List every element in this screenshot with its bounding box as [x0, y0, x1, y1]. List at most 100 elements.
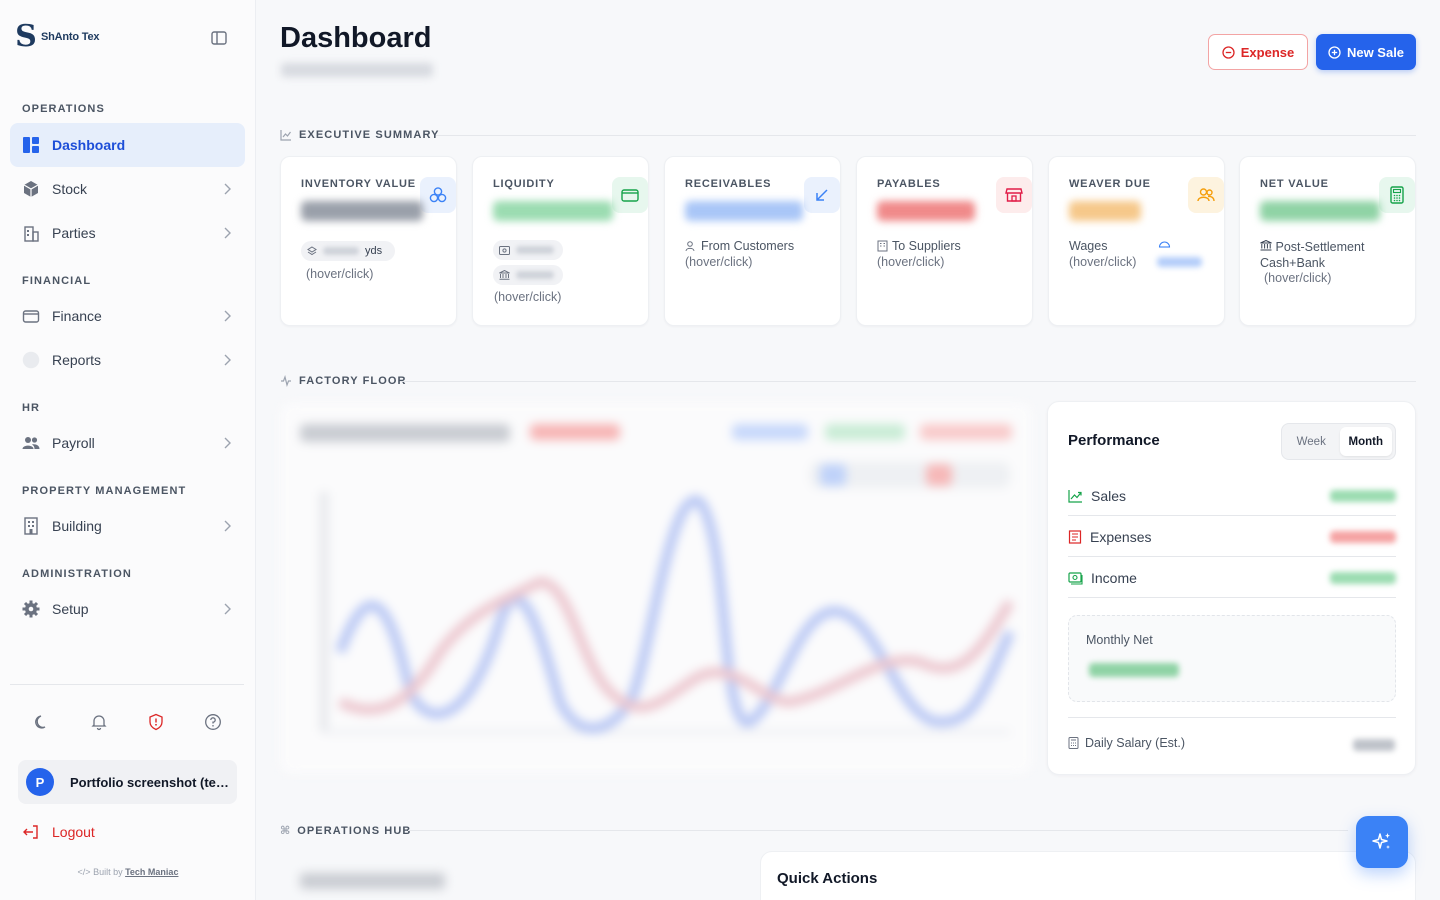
sidebar-item-label: Dashboard: [52, 137, 126, 153]
card-net-value[interactable]: NET VALUE Post-Settlement Cash+Bank (hov…: [1239, 156, 1416, 326]
ai-assistant-button[interactable]: [1356, 816, 1408, 868]
card-hint: (hover/click): [1264, 271, 1332, 285]
daily-salary-label: Daily Salary (Est.): [1085, 736, 1186, 750]
logout-label: Logout: [52, 824, 95, 840]
expense-button[interactable]: Expense: [1208, 34, 1308, 70]
section-heading-label: OPERATIONS HUB: [297, 824, 412, 837]
built-by-link[interactable]: Tech Maniac: [125, 867, 178, 877]
worker-icon: [1158, 241, 1171, 248]
user-profile-card[interactable]: P Portfolio screenshot (tem...: [18, 760, 237, 804]
card-subtitle: Wages: [1069, 239, 1108, 253]
sidebar-item-stock[interactable]: Stock: [10, 167, 245, 211]
chevron-right-icon: [224, 227, 231, 239]
card-subtitle: From Customers: [685, 239, 794, 253]
monthly-net-redacted: [1089, 663, 1179, 677]
section-label-financial: FINANCIAL: [22, 275, 92, 287]
performance-row-expenses[interactable]: Expenses: [1068, 517, 1396, 557]
date-subtitle-redacted: [281, 63, 433, 77]
sidebar-item-dashboard[interactable]: Dashboard: [10, 123, 245, 167]
value-redacted: [301, 201, 423, 221]
cash-redacted: [516, 246, 554, 254]
period-month-button[interactable]: Month: [1339, 427, 1392, 456]
arrow-down-left-icon: [804, 177, 840, 213]
card-title: RECEIVABLES: [685, 178, 772, 190]
chevron-right-icon: [224, 520, 231, 532]
card-liquidity[interactable]: LIQUIDITY (hover/click): [472, 156, 649, 326]
gear-icon: [22, 600, 40, 618]
bank-icon: [1260, 239, 1272, 251]
performance-row-label: Sales: [1091, 487, 1127, 504]
sidebar-item-label: Finance: [52, 308, 102, 324]
store-icon: [996, 177, 1032, 213]
chart-blur-graphic: [280, 402, 1032, 774]
sidebar-toggle-icon[interactable]: [211, 31, 227, 45]
box-icon: [22, 180, 40, 198]
brand-name: ShAnto Tex: [41, 31, 100, 43]
performance-row-label: Income: [1091, 569, 1137, 586]
moon-icon[interactable]: [33, 713, 51, 731]
section-label-operations: OPERATIONS: [22, 103, 105, 115]
chevron-right-icon: [224, 183, 231, 195]
logout-button[interactable]: Logout: [22, 823, 95, 841]
sidebar-item-payroll[interactable]: Payroll: [10, 421, 245, 465]
period-week-button[interactable]: Week: [1285, 427, 1338, 456]
section-heading-label: FACTORY FLOOR: [299, 375, 407, 387]
brand-logo[interactable]: S ShAnto Tex: [14, 22, 99, 52]
new-sale-button[interactable]: New Sale: [1316, 34, 1416, 70]
card-weaver-due[interactable]: WEAVER DUE Wages (hover/click): [1048, 156, 1225, 326]
sidebar-item-reports[interactable]: Reports: [10, 338, 245, 382]
user-name: Portfolio screenshot (tem...: [70, 774, 230, 790]
period-toggle: Week Month: [1281, 423, 1396, 460]
card-title: NET VALUE: [1260, 178, 1329, 190]
reports-icon: [22, 351, 40, 369]
card-payables[interactable]: PAYABLES To Suppliers (hover/click): [856, 156, 1033, 326]
bell-icon[interactable]: [90, 713, 108, 731]
card-subtitle: To Suppliers: [877, 239, 961, 253]
performance-row-income[interactable]: Income: [1068, 558, 1396, 598]
expenses-value-redacted: [1330, 530, 1396, 543]
performance-row-label: Expenses: [1090, 528, 1152, 545]
dashboard-icon: [22, 136, 40, 154]
card-title: PAYABLES: [877, 178, 941, 190]
sidebar-item-parties[interactable]: Parties: [10, 211, 245, 255]
value-redacted: [1260, 201, 1380, 221]
bank-icon: [499, 270, 510, 280]
chevron-right-icon: [224, 354, 231, 366]
sales-value-redacted: [1330, 489, 1396, 502]
help-icon[interactable]: [204, 713, 222, 731]
card-receivables[interactable]: RECEIVABLES From Customers (hover/click): [664, 156, 841, 326]
monthly-net-label: Monthly Net: [1086, 633, 1153, 647]
card-hint: (hover/click): [877, 255, 945, 269]
section-divider: [400, 381, 1416, 382]
sidebar-item-setup[interactable]: Setup: [10, 587, 245, 631]
card-inventory-value[interactable]: INVENTORY VALUE yds (hover/click): [280, 156, 457, 326]
sidebar-item-label: Setup: [52, 601, 89, 617]
cash-icon: [1068, 571, 1083, 585]
card-hint: (hover/click): [685, 255, 753, 269]
built-by-credit: </> Built by Tech Maniac: [0, 867, 256, 877]
performance-card: Performance Week Month Sales Expenses In…: [1047, 401, 1416, 775]
cash-pill: [493, 240, 563, 260]
sidebar-item-building[interactable]: Building: [10, 504, 245, 548]
shield-alert-icon[interactable]: [147, 713, 165, 731]
stock-quantity-pill: yds: [301, 241, 395, 261]
built-by-prefix: Built by: [93, 867, 123, 877]
section-heading-label: EXECUTIVE SUMMARY: [299, 129, 440, 141]
bank-redacted: [516, 271, 554, 279]
command-icon: ⌘: [280, 825, 291, 837]
performance-row-sales[interactable]: Sales: [1068, 476, 1396, 516]
section-heading-operations-hub: ⌘ OPERATIONS HUB: [280, 824, 412, 838]
sparkles-icon: [1372, 833, 1390, 849]
code-icon: </>: [77, 867, 91, 877]
sidebar-item-label: Payroll: [52, 435, 95, 451]
chart-line-icon: [280, 130, 291, 141]
performance-title: Performance: [1068, 432, 1160, 449]
card-title: WEAVER DUE: [1069, 178, 1151, 190]
card-title: LIQUIDITY: [493, 178, 555, 190]
receipt-icon: [1068, 529, 1082, 544]
sidebar-item-finance[interactable]: Finance: [10, 294, 245, 338]
activity-icon: [281, 375, 291, 387]
daily-salary-redacted: [1353, 739, 1395, 751]
user-icon: [685, 241, 695, 252]
card-title: INVENTORY VALUE: [301, 178, 416, 190]
